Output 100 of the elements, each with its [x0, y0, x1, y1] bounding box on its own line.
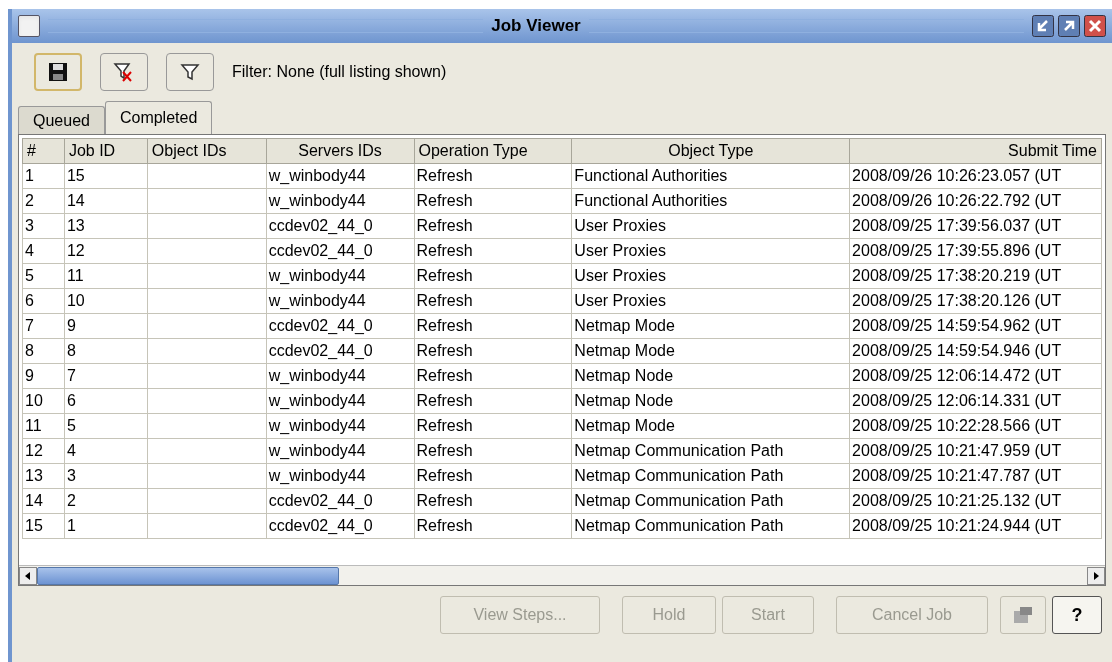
table-cell: Refresh: [416, 442, 473, 459]
table-cell: 2008/09/25 10:22:28.566 (UT: [852, 417, 1062, 434]
table-cell: User Proxies: [574, 292, 666, 309]
table-cell: Refresh: [416, 492, 473, 509]
table-cell: 2008/09/26 10:26:22.792 (UT: [852, 192, 1062, 209]
table-cell: w_winbody44: [268, 267, 366, 284]
table-cell: w_winbody44: [268, 467, 366, 484]
scroll-left-icon[interactable]: [19, 566, 37, 585]
table-cell: Netmap Communication Path: [574, 492, 784, 509]
table-cell: 11: [66, 267, 84, 284]
funnel-icon: [180, 62, 200, 82]
column-header[interactable]: Servers IDs: [266, 138, 414, 164]
table-cell: ccdev02_44_0: [268, 242, 373, 259]
table-cell: User Proxies: [574, 267, 666, 284]
table-cell: Refresh: [416, 292, 473, 309]
table-cell: 2: [66, 492, 76, 509]
table-cell: 3: [25, 217, 34, 234]
column-header[interactable]: Job ID: [64, 138, 148, 164]
table-cell: 15: [25, 517, 43, 534]
table-cell: Netmap Mode: [574, 417, 675, 434]
table-cell: 14: [25, 492, 43, 509]
scroll-right-icon[interactable]: [1087, 566, 1105, 585]
table-cell: Netmap Node: [574, 392, 674, 409]
table-cell: w_winbody44: [268, 292, 366, 309]
table-cell: w_winbody44: [268, 442, 366, 459]
minimize-icon[interactable]: [1032, 15, 1054, 37]
table-cell: 2008/09/25 10:21:25.132 (UT: [852, 492, 1062, 509]
table-cell: 15: [66, 167, 85, 184]
save-button[interactable]: [34, 53, 82, 91]
table-cell: 2008/09/25 17:38:20.126 (UT: [852, 292, 1062, 309]
maximize-icon[interactable]: [1058, 15, 1080, 37]
table-cell: User Proxies: [574, 242, 666, 259]
table-cell: ccdev02_44_0: [268, 342, 373, 359]
table-cell: 4: [66, 442, 76, 459]
table-cell: 2008/09/25 14:59:54.946 (UT: [852, 342, 1062, 359]
column-header[interactable]: Object Type: [571, 138, 850, 164]
table-cell: w_winbody44: [268, 192, 366, 209]
table-cell: Refresh: [416, 392, 473, 409]
table-cell: 13: [66, 217, 85, 234]
table-cell: ccdev02_44_0: [268, 317, 373, 334]
clear-filter-button[interactable]: [100, 53, 148, 91]
table-cell: 2008/09/25 17:39:56.037 (UT: [852, 217, 1062, 234]
close-icon[interactable]: [1084, 15, 1106, 37]
table-cell: 10: [66, 292, 85, 309]
table-cell: 2008/09/25 10:21:47.959 (UT: [852, 442, 1062, 459]
funnel-cross-icon: [113, 61, 135, 83]
table-cell: 7: [66, 367, 76, 384]
table-cell: 2008/09/25 10:21:24.944 (UT: [852, 517, 1062, 534]
table-cell: Refresh: [416, 417, 473, 434]
table-cell: 2008/09/25 10:21:47.787 (UT: [852, 467, 1062, 484]
table-cell: 2: [25, 192, 34, 209]
table-cell: w_winbody44: [268, 367, 366, 384]
table-cell: 10: [25, 392, 43, 409]
column-header[interactable]: Object IDs: [147, 138, 267, 164]
column-header[interactable]: Operation Type: [414, 138, 572, 164]
table-cell: ccdev02_44_0: [268, 517, 373, 534]
window-title: Job Viewer: [491, 15, 581, 38]
table-cell: 2008/09/25 17:38:20.219 (UT: [852, 267, 1062, 284]
table-cell: 5: [66, 417, 76, 434]
table-cell: Refresh: [416, 367, 473, 384]
table-cell: w_winbody44: [268, 392, 366, 409]
table-cell: 9: [25, 367, 34, 384]
table-cell: Netmap Node: [574, 367, 674, 384]
table-cell: ccdev02_44_0: [268, 217, 373, 234]
table-cell: 8: [25, 342, 34, 359]
table-cell: Refresh: [416, 242, 473, 259]
tab[interactable]: Queued: [18, 106, 105, 134]
filter-button[interactable]: [166, 53, 214, 91]
table-cell: 11: [25, 417, 42, 434]
table-cell: Netmap Mode: [574, 342, 675, 359]
filter-label: Filter: None (full listing shown): [232, 62, 447, 82]
horizontal-scrollbar[interactable]: [19, 565, 1105, 585]
table-cell: 2008/09/26 10:26:23.057 (UT: [852, 167, 1062, 184]
table-cell: ccdev02_44_0: [268, 492, 373, 509]
window-menu-icon[interactable]: [18, 15, 40, 37]
table-cell: 9: [66, 317, 76, 334]
table-cell: 2008/09/25 12:06:14.331 (UT: [852, 392, 1062, 409]
table-cell: Refresh: [416, 317, 473, 334]
help-button[interactable]: ?: [1052, 596, 1102, 634]
table-cell: w_winbody44: [268, 417, 366, 434]
table-cell: 14: [66, 192, 85, 209]
column-header[interactable]: #: [22, 138, 65, 164]
table-cell: 8: [66, 342, 76, 359]
table-cell: 12: [66, 242, 85, 259]
tab[interactable]: Completed: [104, 101, 213, 134]
table-cell: Netmap Communication Path: [574, 442, 784, 459]
table-cell: 6: [66, 392, 76, 409]
table-cell: User Proxies: [574, 217, 666, 234]
table-cell: Refresh: [416, 217, 473, 234]
scroll-thumb[interactable]: [37, 566, 339, 585]
table-cell: 2008/09/25 14:59:54.962 (UT: [852, 317, 1062, 334]
table-cell: 1: [66, 517, 76, 534]
column-header[interactable]: Submit Time: [849, 138, 1102, 164]
table-cell: Refresh: [416, 342, 473, 359]
table-cell: w_winbody44: [268, 167, 366, 184]
table-cell: 6: [25, 292, 34, 309]
properties-button[interactable]: [1000, 596, 1046, 634]
table-cell: Netmap Communication Path: [574, 517, 784, 534]
table-cell: Refresh: [416, 467, 473, 484]
table-cell: 5: [25, 267, 34, 284]
